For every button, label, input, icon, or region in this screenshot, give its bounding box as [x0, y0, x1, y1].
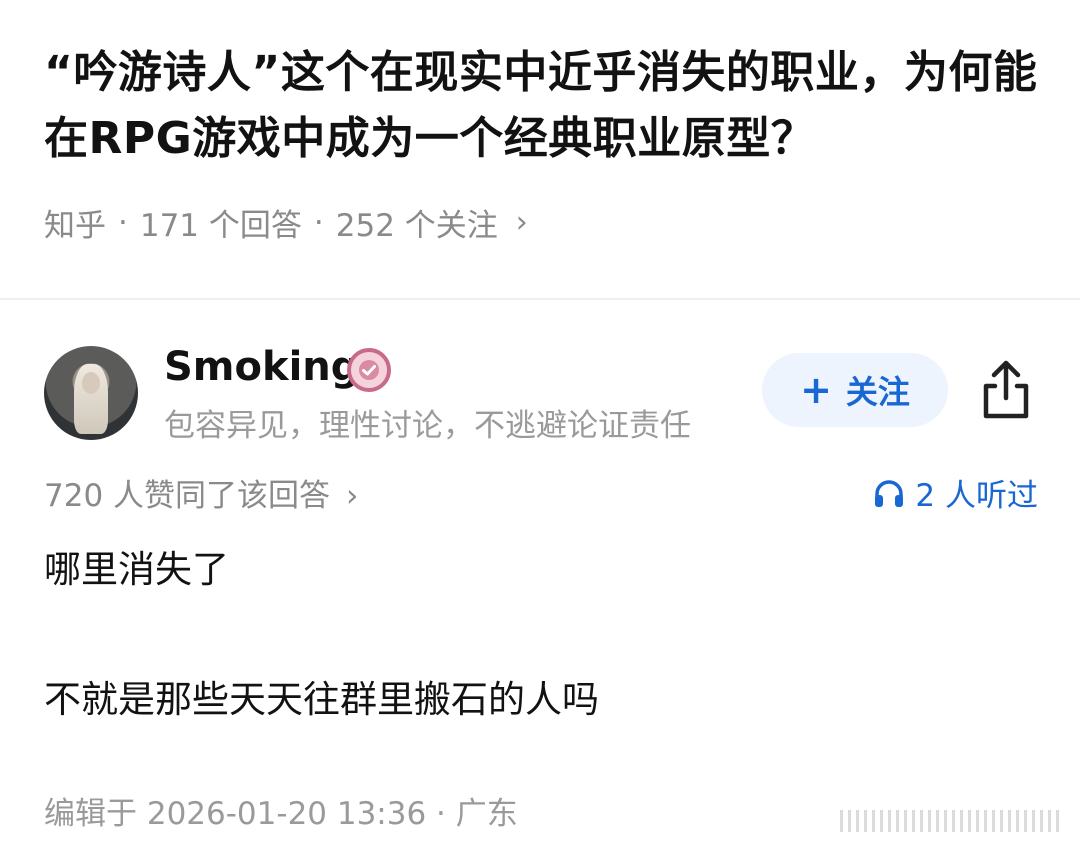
listen-count[interactable]: 2 人听过	[873, 470, 1038, 515]
answer-paragraph: 哪里消失了	[44, 548, 229, 591]
listen-label: 2 人听过	[915, 478, 1038, 514]
source-label: 知乎	[44, 208, 106, 244]
answer-body: 哪里消失了 不就是那些天天往群里搬石的人吗	[44, 540, 1038, 730]
answer-paragraph: 不就是那些天天往群里搬石的人吗	[44, 678, 599, 721]
agree-label: 720 人赞同了该回答	[44, 478, 331, 514]
agree-count[interactable]: 720 人赞同了该回答 ›	[44, 470, 358, 515]
follower-count: 252 个关注	[335, 208, 498, 244]
answer-count: 171 个回答	[139, 208, 302, 244]
answer-stats: 720 人赞同了该回答 › 2 人听过	[44, 470, 1038, 514]
question-header: “吟游诗人”这个在现实中近乎消失的职业，为何能在RPG游戏中成为一个经典职业原型…	[44, 40, 1044, 245]
avatar[interactable]	[44, 346, 138, 440]
watermark	[840, 810, 1059, 832]
author-name[interactable]: Smoking	[164, 344, 359, 390]
chevron-right-icon: ›	[515, 205, 528, 240]
verified-badge-icon	[347, 348, 391, 392]
question-meta[interactable]: 知乎 · 171 个回答 · 252 个关注 ›	[44, 200, 1044, 245]
question-title[interactable]: “吟游诗人”这个在现实中近乎消失的职业，为何能在RPG游戏中成为一个经典职业原型…	[44, 40, 1044, 172]
author-bio: 包容异见，理性讨论，不逃避论证责任	[164, 408, 691, 444]
chevron-right-icon: ›	[346, 478, 359, 514]
headphones-icon	[875, 479, 904, 507]
edit-info: 编辑于 2026-01-20 13:36 · 广东	[44, 796, 518, 832]
follow-button[interactable]: + 关注	[762, 353, 948, 427]
divider	[0, 298, 1080, 300]
separator-dot: ·	[118, 204, 128, 241]
plus-icon: +	[800, 368, 832, 412]
follow-label: 关注	[845, 373, 910, 411]
share-icon[interactable]	[978, 358, 1034, 422]
separator-dot: ·	[313, 204, 324, 241]
